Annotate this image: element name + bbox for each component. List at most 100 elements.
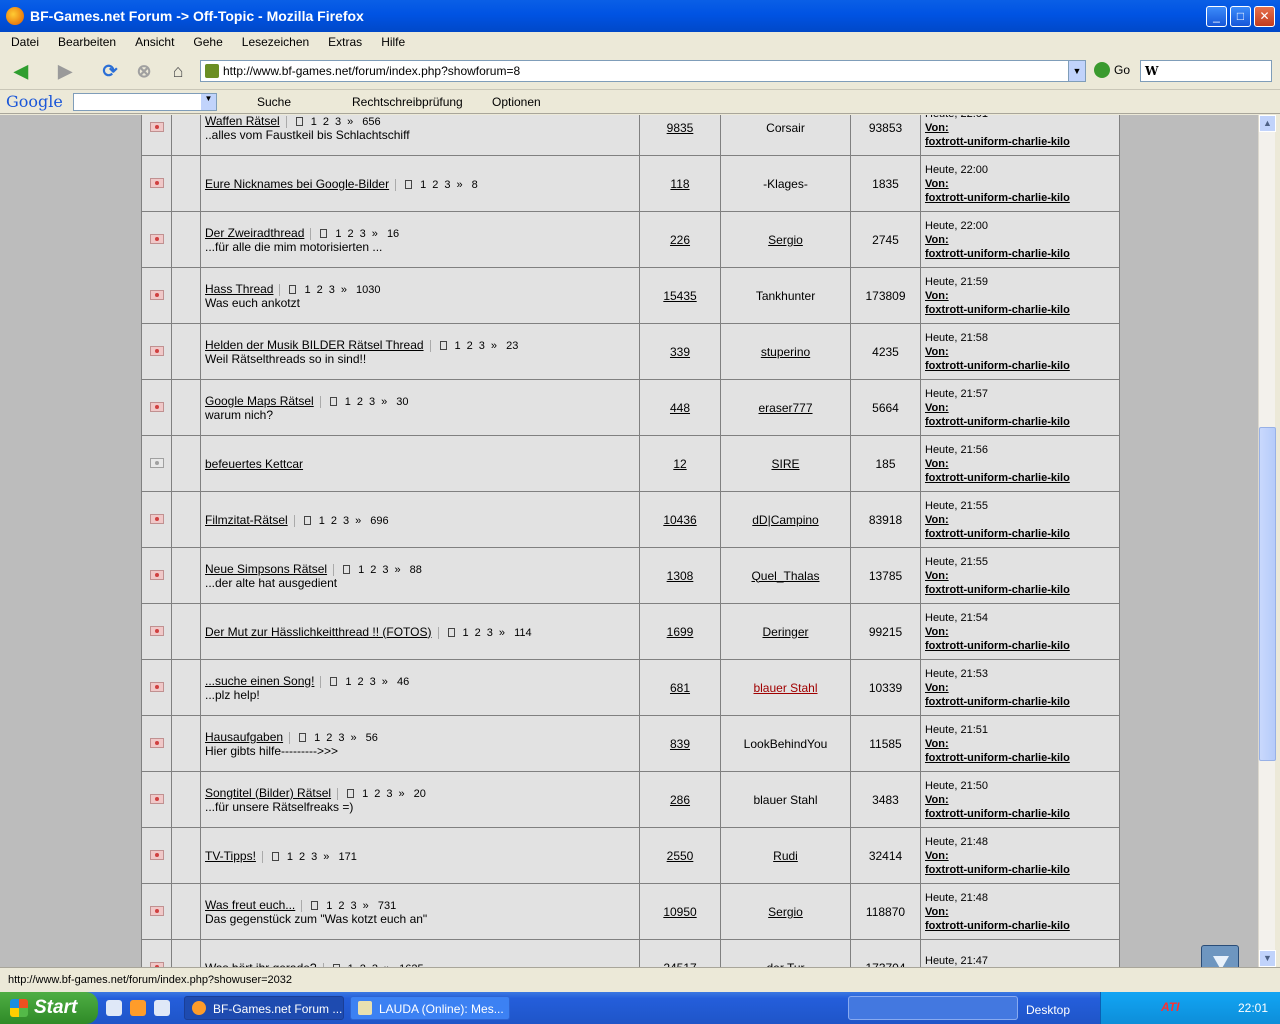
google-search-input[interactable]: ▼ [73,93,217,111]
last-page-link[interactable]: » 30 [381,396,408,408]
page-link[interactable]: 2 [432,179,438,191]
replies-link[interactable]: 10436 [663,513,696,527]
topic-title-link[interactable]: Hass Thread [205,282,273,296]
taskbar-item-messenger[interactable]: LAUDA (Online): Mes... [350,996,510,1020]
page-link[interactable]: 3 [311,851,317,863]
forward-icon[interactable]: ▶ [52,58,78,84]
replies-link[interactable]: 226 [670,233,690,247]
topic-title-link[interactable]: Waffen Rätsel [205,115,280,128]
page-link[interactable]: 1 [420,179,426,191]
last-post-by-label[interactable]: Von: [925,625,1119,639]
last-post-author[interactable]: foxtrott-uniform-charlie-kilo [925,135,1119,149]
last-page-link[interactable]: » 656 [347,116,381,128]
last-post-by-label[interactable]: Von: [925,401,1119,415]
replies-link[interactable]: 286 [670,793,690,807]
last-post-by-label[interactable]: Von: [925,177,1119,191]
last-post-by-label[interactable]: Von: [925,681,1119,695]
back-icon[interactable]: ◀ [8,58,34,84]
page-link[interactable]: 1 [314,732,320,744]
page-link[interactable]: 3 [338,732,344,744]
author-link[interactable]: Corsair [766,121,805,135]
page-link[interactable]: 2 [358,676,364,688]
topic-title-link[interactable]: Neue Simpsons Rätsel [205,562,327,576]
replies-link[interactable]: 118 [670,177,689,191]
google-logo[interactable]: Google [6,92,63,111]
page-link[interactable]: 3 [479,340,485,352]
topic-title-link[interactable]: TV-Tipps! [205,849,256,863]
author-link[interactable]: SIRE [771,457,799,471]
menu-datei[interactable]: Datei [0,35,47,49]
topic-title-link[interactable]: Der Zweiradthread [205,226,304,240]
page-link[interactable]: 3 [444,179,450,191]
last-post-author[interactable]: foxtrott-uniform-charlie-kilo [925,471,1119,485]
page-link[interactable]: 3 [370,676,376,688]
scroll-up-icon[interactable]: ▲ [1259,115,1276,132]
spellcheck-button[interactable]: Rechtschreibprüfung [352,95,463,109]
last-post-author[interactable]: foxtrott-uniform-charlie-kilo [925,919,1119,933]
last-page-link[interactable]: » 696 [355,515,389,527]
menu-bearbeiten[interactable]: Bearbeiten [47,35,124,49]
page-link[interactable]: 1 [362,788,368,800]
vertical-scrollbar[interactable]: ▲ ▼ [1258,115,1276,967]
topic-title-link[interactable]: Hausaufgaben [205,730,283,744]
topic-title-link[interactable]: Eure Nicknames bei Google-Bilder [205,177,389,191]
author-link[interactable]: Quel_Thalas [751,569,819,583]
page-link[interactable]: 2 [348,228,354,240]
last-post-by-label[interactable]: Von: [925,569,1119,583]
quicklaunch-explorer-icon[interactable] [106,1000,122,1016]
replies-link[interactable]: 10950 [663,905,696,919]
last-page-link[interactable]: » 46 [382,676,409,688]
author-link[interactable]: LookBehindYou [744,737,828,751]
last-post-author[interactable]: foxtrott-uniform-charlie-kilo [925,695,1119,709]
last-post-author[interactable]: foxtrott-uniform-charlie-kilo [925,191,1119,205]
replies-link[interactable]: 448 [670,401,690,415]
last-page-link[interactable]: » 56 [350,732,377,744]
author-link[interactable]: stuperino [761,345,810,359]
topic-title-link[interactable]: ...suche einen Song! [205,674,314,688]
last-page-link[interactable]: » 171 [323,851,357,863]
maximize-button[interactable]: □ [1230,6,1251,27]
last-post-author[interactable]: foxtrott-uniform-charlie-kilo [925,751,1119,765]
last-post-by-label[interactable]: Von: [925,233,1119,247]
page-link[interactable]: 2 [357,396,363,408]
quicklaunch-media-icon[interactable] [154,1000,170,1016]
author-link[interactable]: blauer Stahl [753,681,817,695]
topic-title-link[interactable]: Filmzitat-Rätsel [205,513,288,527]
last-post-author[interactable]: foxtrott-uniform-charlie-kilo [925,863,1119,877]
google-search-button[interactable]: Suche [257,95,291,109]
last-post-by-label[interactable]: Von: [925,737,1119,751]
last-page-link[interactable]: » 1030 [341,284,381,296]
last-page-link[interactable]: » 114 [499,627,532,639]
go-button[interactable]: Go [1094,62,1130,78]
menu-hilfe[interactable]: Hilfe [370,35,413,49]
author-link[interactable]: Deringer [762,625,808,639]
author-link[interactable]: Sergio [768,905,803,919]
page-link[interactable]: 1 [463,627,469,639]
replies-link[interactable]: 12 [673,457,686,471]
last-page-link[interactable]: » 16 [372,228,399,240]
replies-link[interactable]: 1699 [667,625,694,639]
page-link[interactable]: 3 [360,228,366,240]
home-icon[interactable]: ⌂ [165,58,191,84]
page-link[interactable]: 3 [382,564,388,576]
close-button[interactable]: ✕ [1254,6,1275,27]
last-page-link[interactable]: » 731 [363,900,397,912]
menu-lesezeichen[interactable]: Lesezeichen [231,35,317,49]
page-link[interactable]: 3 [487,627,493,639]
replies-link[interactable]: 15435 [663,289,696,303]
topic-title-link[interactable]: Was freut euch... [205,898,295,912]
page-link[interactable]: 2 [331,515,337,527]
last-post-author[interactable]: foxtrott-uniform-charlie-kilo [925,415,1119,429]
last-page-link[interactable]: » 8 [456,179,477,191]
page-link[interactable]: 2 [475,627,481,639]
last-post-by-label[interactable]: Von: [925,793,1119,807]
minimize-button[interactable]: _ [1206,6,1227,27]
page-link[interactable]: 1 [287,851,293,863]
desktop-toolbar[interactable]: Desktop [1026,1003,1070,1017]
start-button[interactable]: Start [0,992,98,1024]
page-link[interactable]: 2 [326,732,332,744]
last-post-by-label[interactable]: Von: [925,849,1119,863]
last-page-link[interactable]: » 20 [398,788,425,800]
page-link[interactable]: 2 [317,284,323,296]
media-player-toolbar[interactable] [848,996,1018,1020]
